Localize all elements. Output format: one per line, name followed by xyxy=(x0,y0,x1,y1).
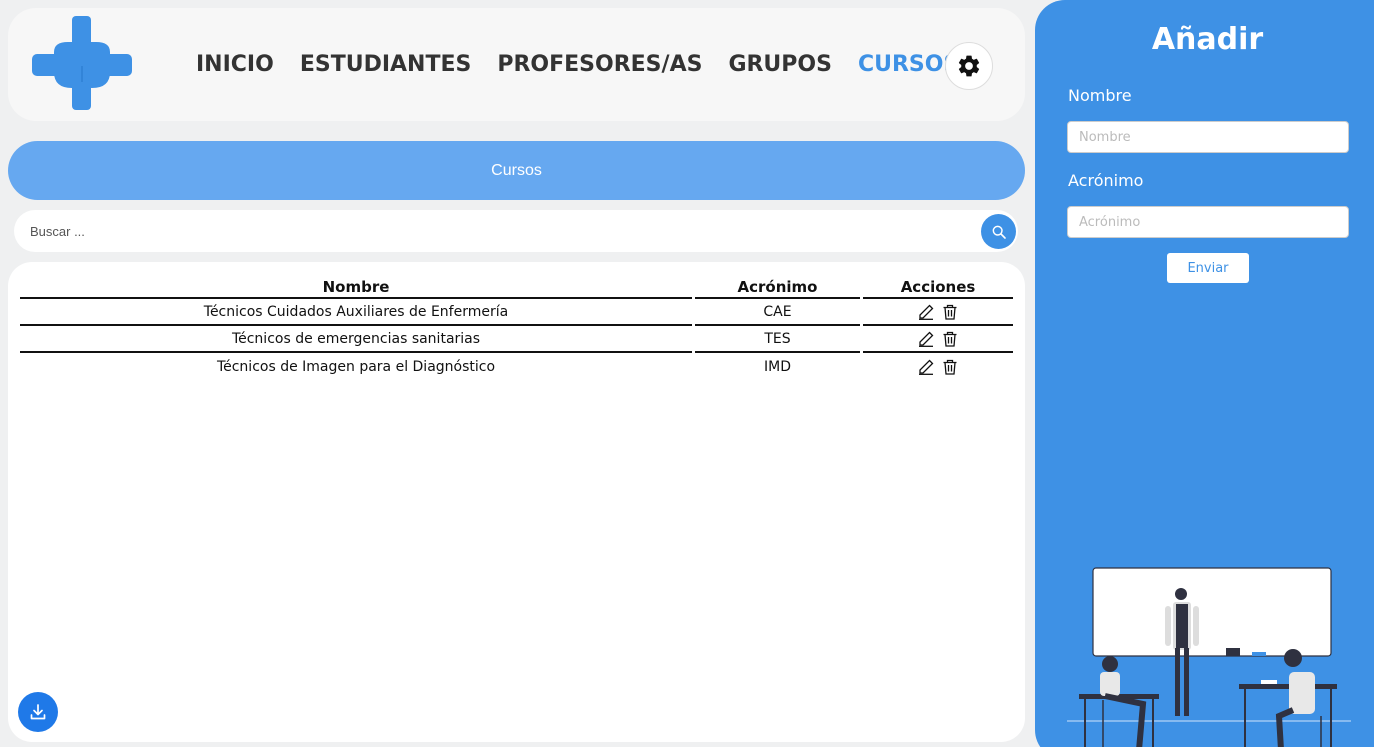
name-field[interactable] xyxy=(1067,121,1349,153)
row-acronym: TES xyxy=(695,326,860,353)
page-banner: Cursos xyxy=(8,141,1025,200)
search-button[interactable] xyxy=(981,214,1016,249)
nav-grupos[interactable]: GRUPOS xyxy=(728,48,832,82)
courses-panel: Nombre Acrónimo Acciones Técnicos Cuidad… xyxy=(8,262,1025,742)
nav-inicio[interactable]: INICIO xyxy=(196,48,274,82)
acronym-label: Acrónimo xyxy=(1068,171,1144,190)
header-acronimo: Acrónimo xyxy=(695,274,860,299)
table-row: Técnicos Cuidados Auxiliares de Enfermer… xyxy=(20,299,1013,326)
main-nav: INICIO ESTUDIANTES PROFESORES/AS GRUPOS … xyxy=(196,48,959,82)
row-name: Técnicos de Imagen para el Diagnóstico xyxy=(216,358,496,375)
search-bar xyxy=(14,210,1018,252)
courses-table: Nombre Acrónimo Acciones Técnicos Cuidad… xyxy=(20,274,1013,380)
row-actions xyxy=(863,326,1013,353)
header-acciones: Acciones xyxy=(863,274,1013,299)
download-button[interactable] xyxy=(18,692,58,732)
nav-profesores[interactable]: PROFESORES/AS xyxy=(497,48,702,82)
row-name: Técnicos de emergencias sanitarias xyxy=(20,326,692,353)
pencil-icon[interactable] xyxy=(918,304,934,320)
top-header: INICIO ESTUDIANTES PROFESORES/AS GRUPOS … xyxy=(8,8,1025,121)
nav-estudiantes[interactable]: ESTUDIANTES xyxy=(300,48,472,82)
trash-icon[interactable] xyxy=(942,359,958,375)
search-icon xyxy=(992,225,1006,239)
settings-button[interactable] xyxy=(945,42,993,90)
pencil-icon[interactable] xyxy=(918,331,934,347)
acronym-field[interactable] xyxy=(1067,206,1349,238)
header-nombre: Nombre xyxy=(20,274,692,299)
name-label: Nombre xyxy=(1068,86,1132,105)
download-icon xyxy=(30,704,46,720)
row-acronym: IMD xyxy=(764,358,791,375)
add-sidebar: Añadir Nombre Acrónimo Enviar xyxy=(1035,0,1374,747)
row-actions xyxy=(863,353,1013,380)
table-row: Técnicos de emergencias sanitarias TES xyxy=(20,326,1013,353)
pencil-icon[interactable] xyxy=(918,359,934,375)
trash-icon[interactable] xyxy=(942,331,958,347)
search-input[interactable] xyxy=(14,210,974,252)
trash-icon[interactable] xyxy=(942,304,958,320)
row-acronym: CAE xyxy=(695,299,860,326)
row-actions xyxy=(863,299,1013,326)
sidebar-title: Añadir xyxy=(1151,22,1264,57)
logo[interactable] xyxy=(32,16,132,110)
gear-icon xyxy=(958,55,980,77)
banner-title: Cursos xyxy=(491,161,542,179)
table-row: Técnicos de Imagen para el Diagnóstico I… xyxy=(20,353,1013,380)
submit-button[interactable]: Enviar xyxy=(1167,253,1249,283)
row-name: Técnicos Cuidados Auxiliares de Enfermer… xyxy=(20,299,692,326)
classroom-illustration xyxy=(1067,567,1351,747)
